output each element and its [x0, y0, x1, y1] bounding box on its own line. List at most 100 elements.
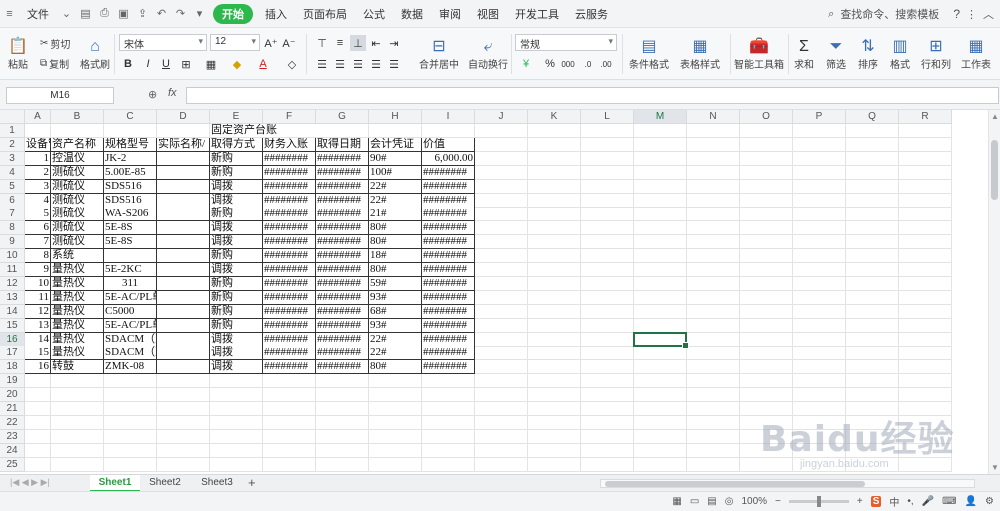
- cell[interactable]: [475, 290, 528, 305]
- data-cell[interactable]: [157, 332, 210, 347]
- cell[interactable]: [899, 332, 952, 347]
- cell[interactable]: [793, 429, 846, 444]
- column-header-E[interactable]: E: [210, 110, 263, 124]
- data-cell[interactable]: 测硫仪: [51, 235, 104, 250]
- data-cell[interactable]: 5E-2KC: [104, 263, 157, 277]
- cell[interactable]: [793, 318, 846, 333]
- data-cell[interactable]: 2: [25, 165, 51, 180]
- filter-button[interactable]: ⏷ 筛选: [822, 32, 850, 76]
- select-all-corner[interactable]: [0, 110, 25, 124]
- data-cell[interactable]: 9: [25, 263, 51, 277]
- data-cell[interactable]: [157, 290, 210, 305]
- tab-8[interactable]: 云服务: [567, 6, 616, 22]
- cell[interactable]: [846, 429, 899, 444]
- cell[interactable]: [846, 179, 899, 194]
- data-cell[interactable]: ########: [422, 179, 475, 194]
- cell[interactable]: [210, 415, 263, 430]
- data-cell[interactable]: 新购: [210, 249, 263, 264]
- cell[interactable]: [899, 263, 952, 277]
- copy-button[interactable]: ⧉ 复制: [40, 56, 69, 71]
- column-header-P[interactable]: P: [793, 110, 846, 124]
- data-cell[interactable]: ########: [422, 263, 475, 277]
- spreadsheet-grid[interactable]: A B C D E F G H I J K L M N O P Q R 1 2 3 4 5 6 7 8 9 10 11 12 13 14 15 1…: [0, 110, 988, 474]
- data-cell[interactable]: ########: [316, 346, 369, 361]
- data-cell[interactable]: ########: [422, 221, 475, 236]
- cell[interactable]: [210, 443, 263, 458]
- cell[interactable]: [740, 332, 793, 347]
- cell[interactable]: [263, 415, 316, 430]
- cell[interactable]: [634, 304, 687, 319]
- cell[interactable]: [899, 151, 952, 166]
- data-cell[interactable]: 80#: [369, 263, 422, 277]
- cell[interactable]: [846, 137, 899, 152]
- cell[interactable]: [581, 249, 634, 264]
- data-cell[interactable]: 18#: [369, 249, 422, 264]
- cell[interactable]: [475, 165, 528, 180]
- column-header-C[interactable]: C: [104, 110, 157, 124]
- row-header-14[interactable]: 14: [0, 304, 25, 319]
- column-header-N[interactable]: N: [687, 110, 740, 124]
- data-cell[interactable]: ########: [263, 235, 316, 250]
- cell[interactable]: [846, 249, 899, 264]
- cell[interactable]: [740, 360, 793, 375]
- data-cell[interactable]: ########: [422, 290, 475, 305]
- data-cell[interactable]: WA-S206: [104, 207, 157, 222]
- indent-decrease-icon[interactable]: ⇤: [368, 35, 384, 51]
- indent-increase-icon[interactable]: ⇥: [386, 35, 402, 51]
- cell[interactable]: [634, 124, 687, 138]
- data-cell[interactable]: ########: [263, 165, 316, 180]
- cell[interactable]: [846, 332, 899, 347]
- cell[interactable]: [475, 388, 528, 403]
- cell[interactable]: [687, 402, 740, 416]
- data-cell[interactable]: 14: [25, 332, 51, 347]
- align-bottom-icon[interactable]: ⊥: [350, 35, 366, 51]
- tab-4[interactable]: 数据: [393, 6, 431, 22]
- export-icon[interactable]: ⇪: [136, 7, 149, 20]
- cell[interactable]: [316, 388, 369, 403]
- cell[interactable]: [740, 249, 793, 264]
- data-cell[interactable]: 5E-8S: [104, 221, 157, 236]
- cell[interactable]: [316, 457, 369, 472]
- cell[interactable]: [104, 443, 157, 458]
- redo-icon[interactable]: ↷: [174, 7, 187, 20]
- cell[interactable]: [687, 429, 740, 444]
- cell[interactable]: [263, 374, 316, 389]
- data-cell[interactable]: 实际名称/: [157, 137, 210, 152]
- cell[interactable]: [104, 402, 157, 416]
- data-cell[interactable]: 16: [25, 360, 51, 375]
- cell[interactable]: [475, 179, 528, 194]
- column-header-K[interactable]: K: [528, 110, 581, 124]
- data-cell[interactable]: 5E-AC/PL单控: [104, 290, 157, 305]
- row-header-21[interactable]: 21: [0, 402, 25, 416]
- column-header-G[interactable]: G: [316, 110, 369, 124]
- sheet-tab-sheet1[interactable]: Sheet1: [90, 475, 140, 492]
- cell[interactable]: [687, 360, 740, 375]
- data-cell[interactable]: 调拨: [210, 179, 263, 194]
- horizontal-scrollbar[interactable]: [600, 479, 975, 488]
- data-cell[interactable]: ########: [422, 304, 475, 319]
- cell[interactable]: [157, 443, 210, 458]
- cell[interactable]: [316, 402, 369, 416]
- sort-button[interactable]: ⇅ 排序: [854, 32, 882, 76]
- row-header-15[interactable]: 15: [0, 318, 25, 333]
- tab-1[interactable]: 插入: [257, 6, 295, 22]
- cell[interactable]: [740, 124, 793, 138]
- data-cell[interactable]: ########: [316, 360, 369, 375]
- cell[interactable]: [634, 388, 687, 403]
- column-header-M[interactable]: M: [634, 110, 687, 124]
- data-cell[interactable]: 调拨: [210, 332, 263, 347]
- settings-icon[interactable]: ⚙: [985, 496, 994, 507]
- cell[interactable]: [528, 374, 581, 389]
- cell[interactable]: [210, 429, 263, 444]
- cell[interactable]: [263, 388, 316, 403]
- cell[interactable]: [528, 402, 581, 416]
- data-cell[interactable]: [157, 193, 210, 208]
- cell[interactable]: [104, 457, 157, 472]
- data-cell[interactable]: 调拨: [210, 346, 263, 361]
- cell[interactable]: [899, 165, 952, 180]
- row-header-7[interactable]: 7: [0, 207, 25, 222]
- cell[interactable]: [687, 332, 740, 347]
- cell[interactable]: [899, 429, 952, 444]
- column-header-J[interactable]: J: [475, 110, 528, 124]
- tab-nav-icon[interactable]: |◀ ◀ ▶ ▶|: [10, 477, 50, 488]
